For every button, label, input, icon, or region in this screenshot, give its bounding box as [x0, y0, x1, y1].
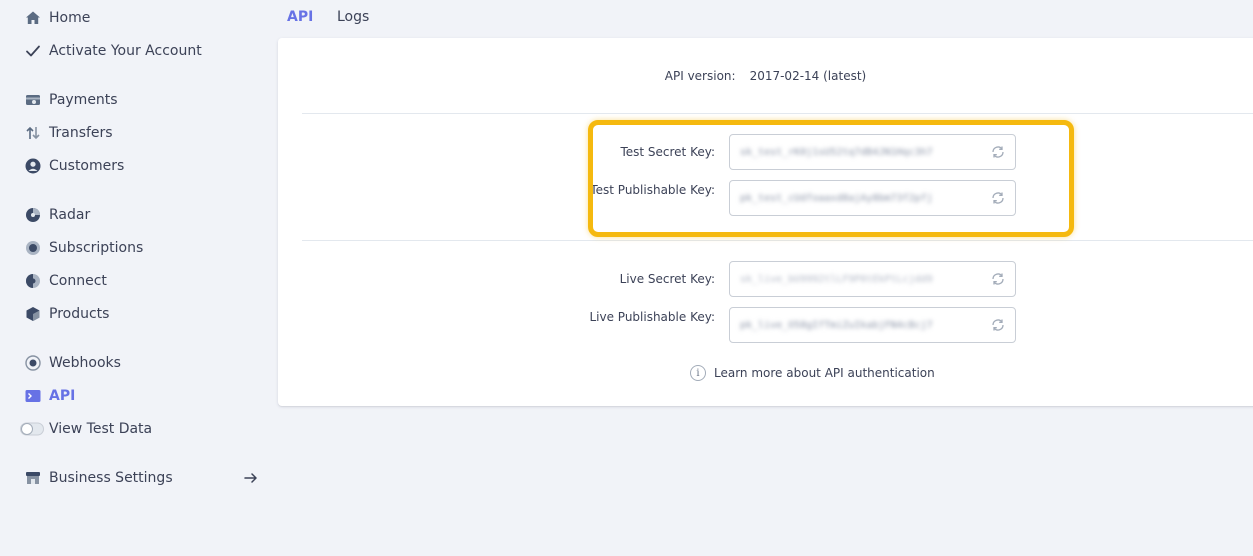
test-secret-key-value: sk_test_rK0j1sU52tq7dB4JN1Hqc3h7	[740, 146, 933, 158]
sidebar-item-customers[interactable]: Customers	[24, 155, 124, 177]
store-icon	[24, 469, 42, 487]
subscriptions-icon	[24, 239, 42, 257]
live-secret-key-label: Live Secret Key:	[619, 272, 715, 286]
products-icon	[24, 305, 42, 323]
sidebar-item-subscriptions[interactable]: Subscriptions	[24, 237, 143, 259]
divider	[302, 240, 1253, 241]
webhooks-icon	[24, 354, 42, 372]
test-publishable-key-row: Test Publishable Key: pk_test_cUdfoaaxd8…	[278, 180, 1253, 216]
sidebar-item-label: Webhooks	[49, 355, 121, 371]
sidebar-item-connect[interactable]: Connect	[24, 270, 107, 292]
learn-more-link[interactable]: i Learn more about API authentication	[690, 365, 935, 381]
sidebar-item-label: Radar	[49, 207, 91, 223]
sidebar-item-label: View Test Data	[49, 421, 153, 437]
live-publishable-key-label: Live Publishable Key:	[589, 310, 715, 324]
checkmark-icon	[24, 42, 42, 60]
arrow-right-icon[interactable]	[243, 470, 259, 486]
api-version: API version: 2017-02-14 (latest)	[278, 69, 1253, 83]
divider	[302, 113, 1253, 114]
sidebar-item-label: Activate Your Account	[49, 43, 202, 59]
api-keys-card: API version: 2017-02-14 (latest) Test Se…	[278, 38, 1253, 406]
live-publishable-key-row: Live Publishable Key: pk_live_O58gIfTmiZ…	[278, 307, 1253, 343]
refresh-icon[interactable]	[990, 271, 1006, 287]
learn-more-text: Learn more about API authentication	[714, 366, 935, 380]
test-publishable-key-field[interactable]: pk_test_cUdfoaaxd8ajAy8bm73f2pfj	[729, 180, 1016, 216]
test-publishable-key-value: pk_test_cUdfoaaxd8ajAy8bm73f2pfj	[740, 192, 933, 204]
sidebar-item-transfers[interactable]: Transfers	[24, 122, 113, 144]
live-publishable-key-value: pk_live_O58gIfTmiZuIkabjFN4cBcj7	[740, 319, 933, 331]
sidebar-item-radar[interactable]: Radar	[24, 204, 90, 226]
view-test-data-toggle[interactable]: View Test Data	[20, 418, 152, 440]
sidebar-item-products[interactable]: Products	[24, 303, 109, 325]
sidebar-item-label: Payments	[49, 92, 118, 108]
sidebar-item-home[interactable]: Home	[24, 7, 90, 29]
tab-api[interactable]: API	[287, 9, 313, 25]
toggle-icon	[20, 420, 44, 438]
connect-icon	[24, 272, 42, 290]
transfers-icon	[24, 124, 42, 142]
sidebar-item-label: Transfers	[49, 125, 113, 141]
test-secret-key-label: Test Secret Key:	[620, 145, 715, 159]
info-icon: i	[690, 365, 706, 381]
customers-icon	[24, 157, 42, 175]
tab-logs[interactable]: Logs	[337, 9, 369, 25]
refresh-icon[interactable]	[990, 190, 1006, 206]
live-secret-key-row: Live Secret Key: sk_live_bU9992tlLF9P0tE…	[278, 261, 1253, 297]
sidebar-item-webhooks[interactable]: Webhooks	[24, 352, 121, 374]
api-version-label: API version:	[664, 69, 736, 83]
sidebar-item-business-settings[interactable]: Business Settings	[24, 467, 173, 489]
sidebar-item-label: Customers	[49, 158, 125, 174]
sidebar-item-label: Products	[49, 306, 110, 322]
radar-icon	[24, 206, 42, 224]
sidebar-item-label: Subscriptions	[49, 240, 144, 256]
live-secret-key-field[interactable]: sk_live_bU9992tlLF9P0tEkPtLcjdd9	[729, 261, 1016, 297]
payments-icon	[24, 91, 42, 109]
home-icon	[24, 9, 42, 27]
sidebar-item-label: Business Settings	[49, 470, 173, 486]
sidebar-item-label: Home	[49, 10, 91, 26]
test-secret-key-row: Test Secret Key: sk_test_rK0j1sU52tq7dB4…	[278, 134, 1253, 170]
sidebar-item-payments[interactable]: Payments	[24, 89, 118, 111]
sidebar-item-label: API	[49, 388, 76, 404]
test-publishable-key-label: Test Publishable Key:	[590, 183, 715, 197]
sidebar: Home Activate Your Account Payments Tran…	[0, 0, 270, 556]
refresh-icon[interactable]	[990, 317, 1006, 333]
live-secret-key-value: sk_live_bU9992tlLF9P0tEkPtLcjdd9	[740, 273, 933, 285]
sidebar-item-label: Connect	[49, 273, 107, 289]
api-version-value: 2017-02-14 (latest)	[749, 69, 867, 83]
sidebar-item-api[interactable]: API	[24, 385, 75, 407]
terminal-icon	[24, 387, 42, 405]
live-publishable-key-field[interactable]: pk_live_O58gIfTmiZuIkabjFN4cBcj7	[729, 307, 1016, 343]
refresh-icon[interactable]	[990, 144, 1006, 160]
test-secret-key-field[interactable]: sk_test_rK0j1sU52tq7dB4JN1Hqc3h7	[729, 134, 1016, 170]
sidebar-item-activate-account[interactable]: Activate Your Account	[24, 40, 202, 62]
